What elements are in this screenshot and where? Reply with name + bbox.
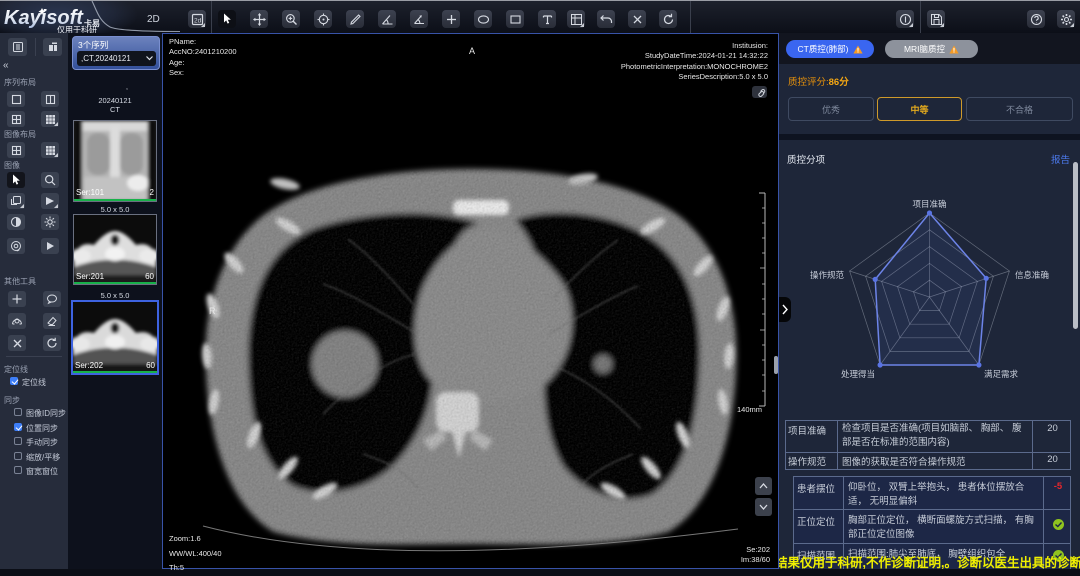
svg-text:2d: 2d xyxy=(194,17,202,24)
svg-text:信息准确: 信息准确 xyxy=(1015,270,1049,280)
svg-text:项目准确: 项目准确 xyxy=(912,199,946,209)
svg-text:操作规范: 操作规范 xyxy=(810,270,845,280)
svg-text:处理得当: 处理得当 xyxy=(841,369,875,379)
svg-text:满足需求: 满足需求 xyxy=(984,369,1019,379)
